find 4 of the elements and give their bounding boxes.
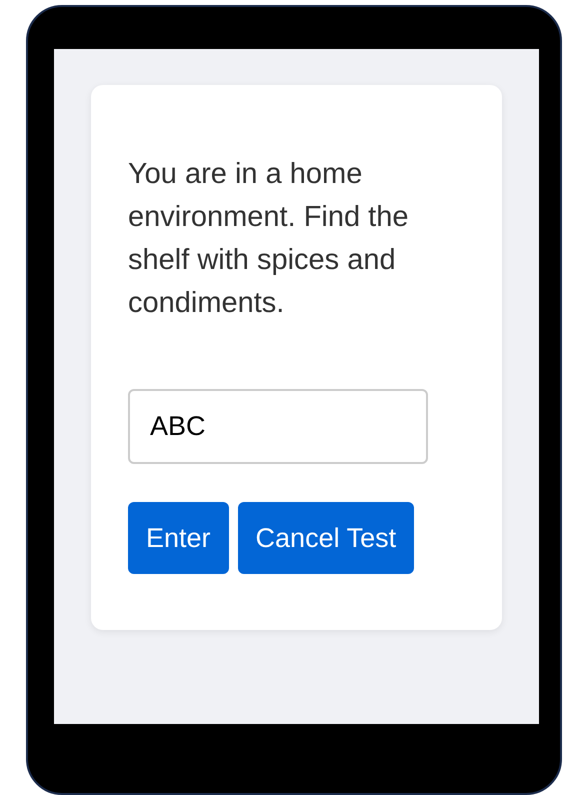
answer-field[interactable]: ABC (128, 389, 428, 464)
cancel-button[interactable]: Cancel Test (238, 502, 414, 574)
prompt-text: You are in a home environment. Find the shelf with spices and condiments. (128, 157, 410, 321)
enter-button[interactable]: Enter (128, 502, 229, 574)
